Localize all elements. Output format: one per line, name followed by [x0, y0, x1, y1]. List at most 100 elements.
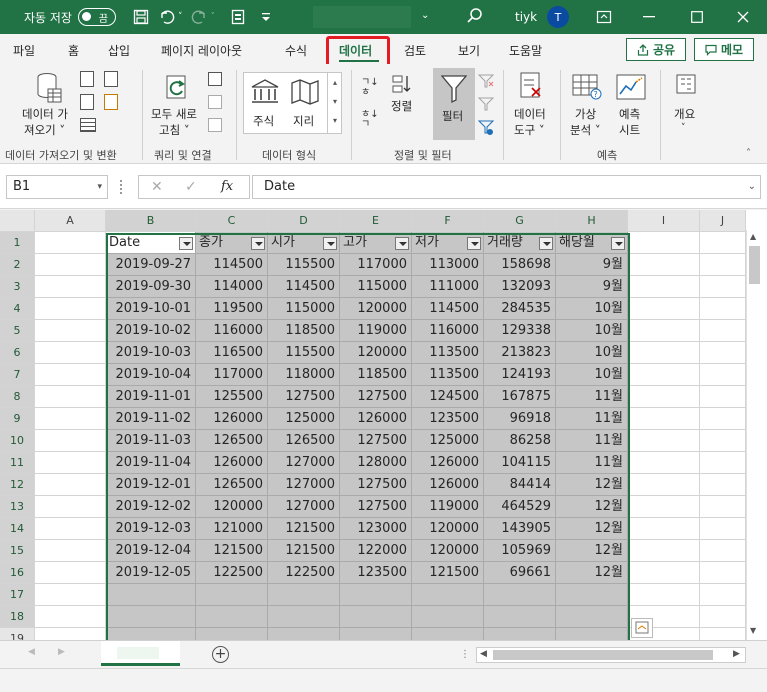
data-cell[interactable]: 9월 — [556, 276, 628, 298]
horizontal-scroll-thumb[interactable] — [493, 650, 713, 660]
data-cell[interactable]: 158698 — [484, 254, 556, 276]
empty-cell[interactable] — [556, 584, 628, 606]
forecast-sheet-button[interactable]: 예측 시트 — [610, 68, 652, 140]
data-cell[interactable]: 114500 — [412, 298, 484, 320]
data-cell[interactable]: 123500 — [412, 408, 484, 430]
empty-cell[interactable] — [412, 606, 484, 628]
tab-4[interactable]: 수식 — [285, 42, 307, 59]
prev-sheet-icon[interactable]: ◀ — [28, 647, 35, 657]
empty-cell[interactable] — [700, 474, 746, 496]
row-header-18[interactable]: 18 — [0, 606, 35, 628]
data-cell[interactable]: 125000 — [268, 408, 340, 430]
data-cell[interactable]: 2019-12-01 — [106, 474, 196, 496]
data-cell[interactable]: 284535 — [484, 298, 556, 320]
empty-cell[interactable] — [106, 628, 196, 640]
scroll-right-arrow[interactable]: ▶ — [733, 649, 740, 659]
data-cell[interactable]: 11월 — [556, 430, 628, 452]
empty-cell[interactable] — [628, 474, 700, 496]
gallery-scroll[interactable]: ▴ ▾ ▾ — [327, 73, 342, 133]
data-cell[interactable]: 125000 — [412, 430, 484, 452]
data-cell[interactable]: 10월 — [556, 342, 628, 364]
filter-dropdown-icon[interactable] — [611, 237, 625, 250]
data-cell[interactable]: 124193 — [484, 364, 556, 386]
empty-cell[interactable] — [35, 342, 106, 364]
data-cell[interactable]: 12월 — [556, 540, 628, 562]
data-cell[interactable]: 126000 — [196, 452, 268, 474]
advanced-filter-icon[interactable] — [477, 120, 495, 136]
share-button[interactable]: 공유 — [626, 38, 686, 61]
user-name[interactable]: tiyk — [515, 10, 537, 24]
formula-expand-icon[interactable]: ⌄ — [748, 176, 756, 198]
customize-toolbar-icon[interactable] — [255, 6, 277, 28]
header-cell[interactable]: 종가 — [196, 232, 268, 254]
filter-dropdown-icon[interactable] — [323, 237, 337, 250]
data-cell[interactable]: 2019-09-30 — [106, 276, 196, 298]
select-all-corner[interactable] — [0, 210, 35, 232]
data-cell[interactable]: 120000 — [412, 518, 484, 540]
empty-cell[interactable] — [35, 386, 106, 408]
existing-connections-icon[interactable] — [104, 94, 118, 110]
empty-cell[interactable] — [35, 298, 106, 320]
stocks-button[interactable]: 주식 — [246, 75, 284, 131]
empty-cell[interactable] — [35, 408, 106, 430]
data-cell[interactable]: 128000 — [340, 452, 412, 474]
data-cell[interactable]: 132093 — [484, 276, 556, 298]
empty-cell[interactable] — [628, 562, 700, 584]
undo-dropdown-icon[interactable]: ˅ — [178, 12, 183, 22]
data-cell[interactable]: 69661 — [484, 562, 556, 584]
data-cell[interactable]: 120000 — [196, 496, 268, 518]
recent-sources-icon[interactable] — [104, 71, 118, 87]
data-cell[interactable]: 115000 — [340, 276, 412, 298]
undo-icon[interactable] — [156, 6, 178, 28]
from-web-icon[interactable] — [80, 94, 94, 110]
row-header-7[interactable]: 7 — [0, 364, 35, 386]
formula-bar-handle[interactable] — [120, 180, 123, 194]
row-header-8[interactable]: 8 — [0, 386, 35, 408]
data-cell[interactable]: 96918 — [484, 408, 556, 430]
data-cell[interactable]: 2019-11-03 — [106, 430, 196, 452]
column-header-i[interactable]: I — [628, 210, 700, 232]
filter-button[interactable]: 필터 — [433, 68, 475, 140]
maximize-icon[interactable] — [675, 0, 719, 34]
empty-cell[interactable] — [700, 408, 746, 430]
tab-0[interactable]: 파일 — [13, 42, 35, 59]
empty-cell[interactable] — [340, 584, 412, 606]
column-header-g[interactable]: G — [484, 210, 556, 232]
data-cell[interactable]: 123500 — [340, 562, 412, 584]
header-cell[interactable]: 거래량 — [484, 232, 556, 254]
empty-cell[interactable] — [628, 320, 700, 342]
data-cell[interactable]: 118500 — [340, 364, 412, 386]
data-tools-button[interactable]: 데이터 도구 ˅ — [510, 68, 554, 140]
data-cell[interactable]: 11월 — [556, 386, 628, 408]
row-header-14[interactable]: 14 — [0, 518, 35, 540]
scroll-down-arrow[interactable]: ▼ — [750, 626, 756, 635]
column-header-h[interactable]: H — [556, 210, 628, 232]
sort-ascending-icon[interactable]: ㄱ↓ ㅎ — [361, 78, 379, 98]
empty-cell[interactable] — [700, 430, 746, 452]
insert-function-icon[interactable]: fx — [221, 179, 233, 194]
avatar[interactable]: T — [547, 6, 569, 28]
empty-cell[interactable] — [35, 540, 106, 562]
data-cell[interactable]: 126500 — [196, 474, 268, 496]
empty-cell[interactable] — [484, 584, 556, 606]
header-cell[interactable]: 고가 — [340, 232, 412, 254]
empty-cell[interactable] — [700, 584, 746, 606]
row-header-12[interactable]: 12 — [0, 474, 35, 496]
data-cell[interactable]: 114500 — [268, 276, 340, 298]
empty-cell[interactable] — [700, 628, 746, 640]
data-cell[interactable]: 121500 — [268, 518, 340, 540]
column-header-a[interactable]: A — [35, 210, 106, 232]
row-header-4[interactable]: 4 — [0, 298, 35, 320]
empty-cell[interactable] — [700, 562, 746, 584]
data-cell[interactable]: 111000 — [412, 276, 484, 298]
data-cell[interactable]: 11월 — [556, 408, 628, 430]
empty-cell[interactable] — [628, 584, 700, 606]
empty-cell[interactable] — [700, 232, 746, 254]
data-cell[interactable]: 9월 — [556, 254, 628, 276]
column-header-e[interactable]: E — [340, 210, 412, 232]
data-cell[interactable]: 122500 — [268, 562, 340, 584]
data-cell[interactable]: 464529 — [484, 496, 556, 518]
data-cell[interactable]: 2019-11-01 — [106, 386, 196, 408]
data-cell[interactable]: 2019-10-03 — [106, 342, 196, 364]
filter-dropdown-icon[interactable] — [539, 237, 553, 250]
